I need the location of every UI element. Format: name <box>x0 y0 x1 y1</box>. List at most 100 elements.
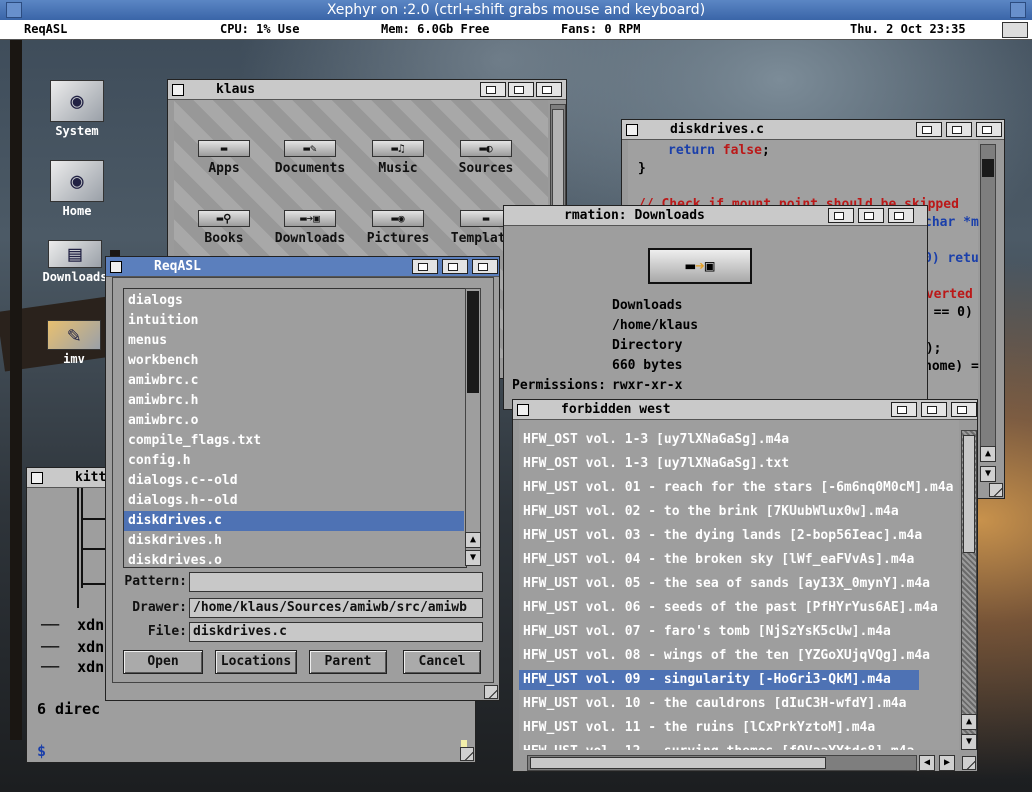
fw-file-list[interactable]: HFW_OST vol. 1-3 [uy7lXNaGaSg].m4a HFW_OS… <box>519 420 959 750</box>
close-icon[interactable] <box>172 84 184 96</box>
file-list-item[interactable]: HFW_UST vol. 01 - reach for the stars [-… <box>519 478 959 498</box>
file-list-item[interactable]: menus <box>124 331 464 351</box>
file-list-item[interactable]: HFW_UST vol. 08 - wings of the ten [YZGo… <box>519 646 959 666</box>
locations-button[interactable]: Locations <box>215 650 297 674</box>
xephyr-close-button[interactable] <box>1010 2 1026 18</box>
depth-icon[interactable] <box>472 259 498 274</box>
iconify-icon[interactable] <box>891 402 917 417</box>
file-list-item[interactable]: HFW_UST vol. 10 - the cauldrons [dIuC3H-… <box>519 694 959 714</box>
drawer-field[interactable]: /home/klaus/Sources/amiwb/src/amiwb <box>189 598 483 618</box>
fw-titlebar[interactable]: forbidden west <box>513 400 977 420</box>
file-list-item[interactable]: amiwbrc.o <box>124 411 464 431</box>
file-list-item[interactable]: dialogs <box>124 291 464 311</box>
scroll-left-icon[interactable]: ◀ <box>919 755 935 771</box>
file-list-item[interactable]: HFW_UST vol. 04 - the broken sky [lWf_ea… <box>519 550 959 570</box>
fw-hscroll[interactable] <box>527 755 917 771</box>
scroll-knob[interactable] <box>982 159 994 177</box>
file-list-item[interactable]: HFW_UST vol. 09 - singularity [-HoGri3-Q… <box>519 670 919 690</box>
scroll-down-icon[interactable]: ▼ <box>961 734 977 750</box>
desktop-icon-system[interactable]: ◉ System <box>37 80 117 138</box>
iconify-icon[interactable] <box>480 82 506 97</box>
info-titlebar[interactable]: rmation: Downloads <box>504 206 927 226</box>
depth-icon[interactable] <box>951 402 977 417</box>
close-icon[interactable] <box>517 404 529 416</box>
close-icon[interactable] <box>31 472 43 484</box>
reqasl-vscroll[interactable] <box>465 288 481 552</box>
folder-icon-sources[interactable]: ▬◐ Sources <box>446 140 526 176</box>
maximize-icon[interactable] <box>921 402 947 417</box>
scroll-down-icon[interactable]: ▼ <box>465 550 481 566</box>
file-list-item[interactable]: intuition <box>124 311 464 331</box>
maximize-icon[interactable] <box>946 122 972 137</box>
file-list-item[interactable]: workbench <box>124 351 464 371</box>
scroll-up-icon[interactable]: ▲ <box>465 532 481 548</box>
file-list-item[interactable]: diskdrives.o <box>124 551 464 567</box>
file-list-item[interactable]: config.h <box>124 451 464 471</box>
folder-icon-downloads[interactable]: ▬➔▣ Downloads <box>270 210 350 246</box>
file-list-item[interactable]: HFW_UST vol. 02 - to the brink [7KUubWlu… <box>519 502 959 522</box>
depth-icon[interactable] <box>976 122 1002 137</box>
file-list-item[interactable]: amiwbrc.h <box>124 391 464 411</box>
scroll-knob[interactable] <box>467 291 479 393</box>
scroll-knob[interactable] <box>963 435 975 553</box>
scroll-knob[interactable] <box>530 757 826 769</box>
folder-icon-music[interactable]: ▬♫ Music <box>358 140 438 176</box>
file-list-item[interactable]: HFW_UST vol. 06 - seeds of the past [PfH… <box>519 598 959 618</box>
desktop-icon-imv[interactable]: ✎ imv <box>34 320 114 366</box>
window-forbidden-west: forbidden west HFW_OST vol. 1-3 [uy7lXNa… <box>512 399 978 772</box>
file-list-item[interactable]: HFW_OST vol. 1-3 [uy7lXNaGaSg].m4a <box>519 430 959 450</box>
file-list-item[interactable]: HFW_UST vol. 11 - the ruins [lCxPrkYztoM… <box>519 718 959 738</box>
folder-icon-documents[interactable]: ▬✎ Documents <box>270 140 350 176</box>
depth-icon[interactable] <box>888 208 914 223</box>
resize-handle-icon[interactable] <box>989 483 1003 497</box>
pattern-field[interactable] <box>189 572 483 592</box>
iconify-icon[interactable] <box>916 122 942 137</box>
tree-entry: ── xdn <box>41 638 105 656</box>
pattern-label: Pattern: <box>124 574 187 589</box>
maximize-icon[interactable] <box>508 82 534 97</box>
folder-icon-pictures[interactable]: ▬◉ Pictures <box>358 210 438 246</box>
file-list-item[interactable]: diskdrives.h <box>124 531 464 551</box>
file-list-item[interactable]: amiwbrc.c <box>124 371 464 391</box>
parent-button[interactable]: Parent <box>309 650 387 674</box>
scroll-up-icon[interactable]: ▲ <box>980 446 996 462</box>
fw-vscroll[interactable] <box>961 430 977 750</box>
file-list-item[interactable]: diskdrives.c <box>124 511 464 531</box>
editor-titlebar[interactable]: diskdrives.c <box>622 120 1004 140</box>
reqasl-file-list[interactable]: dialogs intuition menus workbench amiwbrc.c a… <box>123 288 467 568</box>
close-icon[interactable] <box>110 261 122 273</box>
file-list-item[interactable]: HFW_UST vol. 12 - surving themes [fQVaaY… <box>519 742 959 750</box>
open-button[interactable]: Open <box>123 650 203 674</box>
iconify-icon[interactable] <box>828 208 854 223</box>
scroll-right-icon[interactable]: ▶ <box>939 755 955 771</box>
file-list-item[interactable]: dialogs.c--old <box>124 471 464 491</box>
close-icon[interactable] <box>626 124 638 136</box>
file-list-item[interactable]: HFW_UST vol. 03 - the dying lands [2-bop… <box>519 526 959 546</box>
maximize-icon[interactable] <box>858 208 884 223</box>
scroll-up-icon[interactable]: ▲ <box>961 714 977 730</box>
depth-icon[interactable] <box>536 82 562 97</box>
klaus-titlebar[interactable]: klaus <box>168 80 566 100</box>
file-field[interactable]: diskdrives.c <box>189 622 483 642</box>
xephyr-menu-button[interactable] <box>6 2 22 18</box>
scroll-down-icon[interactable]: ▼ <box>980 466 996 482</box>
reqasl-titlebar[interactable]: ReqASL <box>106 257 499 277</box>
folder-icon-apps[interactable]: ▬ Apps <box>184 140 264 176</box>
editor-vscroll[interactable] <box>980 144 996 454</box>
menubar-app[interactable]: ReqASL <box>24 20 67 39</box>
maximize-icon[interactable] <box>442 259 468 274</box>
file-list-item[interactable]: HFW_UST vol. 05 - the sea of sands [ayI3… <box>519 574 959 594</box>
file-list-item[interactable]: HFW_UST vol. 07 - faro's tomb [NjSzYsK5c… <box>519 622 959 642</box>
file-list-item[interactable]: compile_flags.txt <box>124 431 464 451</box>
drawer-icon: ▬ <box>198 140 250 157</box>
desktop-icon-home[interactable]: ◉ Home <box>37 160 117 218</box>
file-list-item[interactable]: HFW_OST vol. 1-3 [uy7lXNaGaSg].txt <box>519 454 959 474</box>
resize-handle-icon[interactable] <box>460 747 474 761</box>
menubar-depth-icon[interactable] <box>1002 22 1028 38</box>
resize-handle-icon[interactable] <box>484 685 498 699</box>
cancel-button[interactable]: Cancel <box>403 650 481 674</box>
folder-icon-books[interactable]: ▬⚲ Books <box>184 210 264 246</box>
resize-handle-icon[interactable] <box>962 756 976 770</box>
iconify-icon[interactable] <box>412 259 438 274</box>
file-list-item[interactable]: dialogs.h--old <box>124 491 464 511</box>
